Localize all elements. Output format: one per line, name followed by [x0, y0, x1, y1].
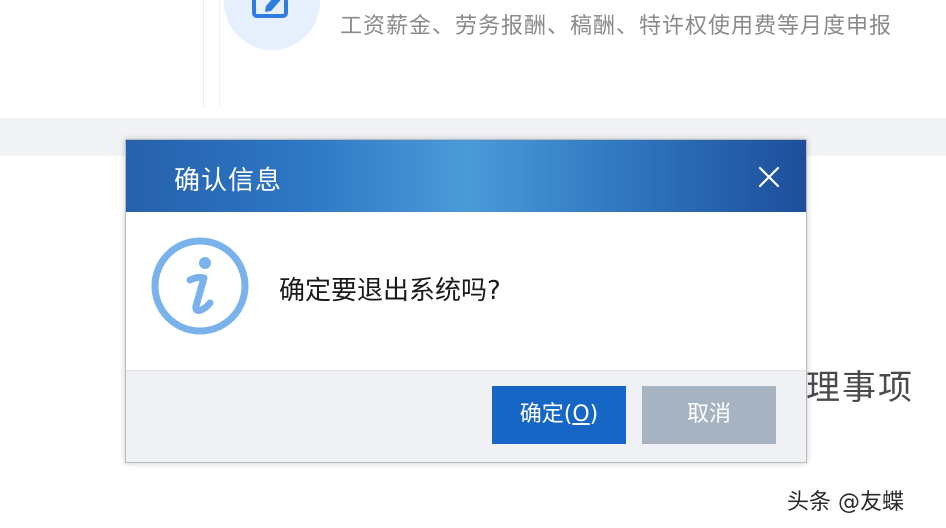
- dialog-title: 确认信息: [174, 166, 283, 196]
- background-divider: [203, 0, 204, 108]
- section-heading: 理事项: [806, 368, 914, 408]
- dialog-message: 确定要退出系统吗?: [279, 276, 501, 306]
- confirm-dialog: 确认信息 确定要退出系统吗? 确定(O) 取消: [125, 139, 807, 463]
- dialog-header: 确认信息: [126, 140, 806, 212]
- info-icon: [150, 236, 250, 336]
- close-icon[interactable]: [756, 164, 782, 190]
- watermark: 头条 @友蝶: [787, 490, 904, 515]
- dialog-footer: 确定(O) 取消: [126, 370, 806, 462]
- ok-button-mnemonic: O: [572, 402, 590, 427]
- monthly-declaration-description: 工资薪金、劳务报酬、稿酬、特许权使用费等月度申报: [340, 14, 893, 39]
- ok-button-suffix: ): [589, 402, 599, 427]
- ok-button[interactable]: 确定(O): [492, 386, 626, 444]
- ok-button-label: 确定(: [519, 402, 573, 427]
- cancel-button[interactable]: 取消: [642, 386, 776, 444]
- dialog-body: 确定要退出系统吗?: [126, 212, 806, 370]
- background-divider: [219, 0, 220, 108]
